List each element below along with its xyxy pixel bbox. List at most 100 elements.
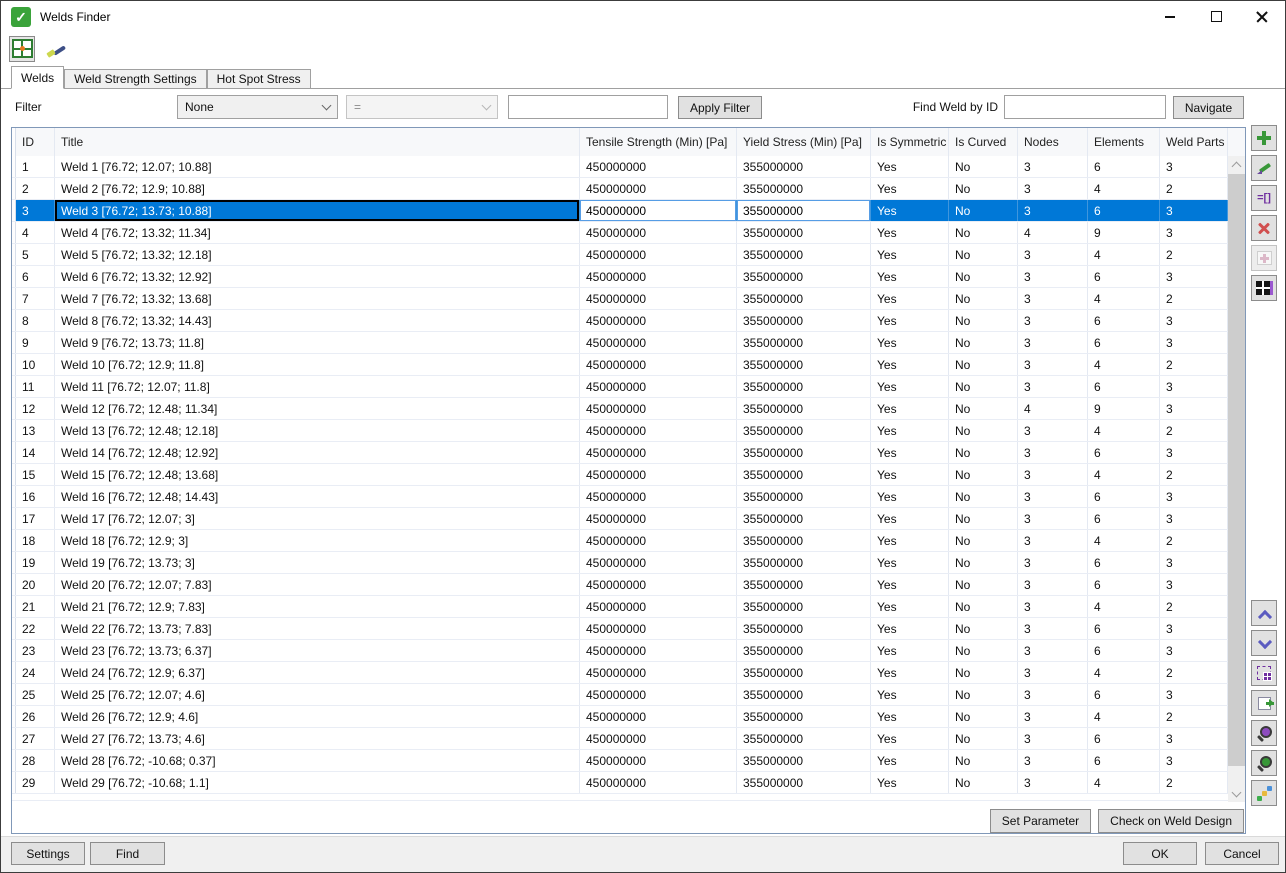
table-cell[interactable]: Yes — [871, 618, 949, 639]
table-row[interactable]: 7Weld 7 [76.72; 13.32; 13.68]45000000035… — [12, 288, 1228, 310]
table-cell[interactable]: 3 — [1160, 332, 1228, 353]
table-cell[interactable]: 9 — [1088, 398, 1160, 419]
table-cell[interactable]: 450000000 — [580, 266, 737, 287]
table-cell[interactable]: 3 — [1018, 288, 1088, 309]
table-cell[interactable]: 3 — [1018, 442, 1088, 463]
table-row[interactable]: 29Weld 29 [76.72; -10.68; 1.1]4500000003… — [12, 772, 1228, 794]
table-cell[interactable]: 27 — [16, 728, 55, 749]
table-cell[interactable]: 3 — [1160, 618, 1228, 639]
table-cell[interactable]: Yes — [871, 750, 949, 771]
table-row[interactable]: 10Weld 10 [76.72; 12.9; 11.8]45000000035… — [12, 354, 1228, 376]
table-cell[interactable]: Yes — [871, 684, 949, 705]
table-cell[interactable]: 450000000 — [580, 508, 737, 529]
table-cell[interactable]: 4 — [1088, 464, 1160, 485]
table-cell[interactable]: 355000000 — [737, 244, 871, 265]
table-row[interactable]: 28Weld 28 [76.72; -10.68; 0.37]450000000… — [12, 750, 1228, 772]
edit-weld-button[interactable] — [1251, 155, 1277, 181]
table-cell[interactable]: Yes — [871, 464, 949, 485]
table-cell[interactable]: No — [949, 156, 1018, 177]
table-cell[interactable]: 2 — [1160, 772, 1228, 793]
table-cell[interactable]: 355000000 — [737, 596, 871, 617]
table-cell[interactable]: 3 — [1160, 376, 1228, 397]
table-cell[interactable]: 3 — [1018, 706, 1088, 727]
table-cell[interactable]: No — [949, 464, 1018, 485]
select-mesh-button[interactable] — [1251, 275, 1277, 301]
table-cell[interactable]: 3 — [1160, 508, 1228, 529]
table-cell[interactable]: 3 — [1018, 376, 1088, 397]
ok-button[interactable]: OK — [1123, 842, 1197, 865]
table-cell[interactable]: 3 — [1160, 684, 1228, 705]
table-cell[interactable]: 6 — [1088, 574, 1160, 595]
table-cell[interactable]: 4 — [1088, 354, 1160, 375]
column-header-elements[interactable]: Elements — [1088, 128, 1160, 156]
table-cell[interactable]: 6 — [1088, 200, 1160, 221]
close-button[interactable] — [1239, 1, 1285, 32]
table-cell[interactable]: 3 — [16, 200, 55, 221]
table-cell[interactable]: 355000000 — [737, 706, 871, 727]
table-cell[interactable]: 355000000 — [737, 618, 871, 639]
table-cell[interactable]: Weld 10 [76.72; 12.9; 11.8] — [55, 354, 580, 375]
table-cell[interactable]: 355000000 — [737, 640, 871, 661]
table-cell[interactable]: No — [949, 244, 1018, 265]
table-cell[interactable]: 450000000 — [580, 662, 737, 683]
check-on-weld-design-button[interactable]: Check on Weld Design — [1098, 809, 1244, 833]
table-cell[interactable]: Weld 15 [76.72; 12.48; 13.68] — [55, 464, 580, 485]
table-cell[interactable]: 355000000 — [737, 662, 871, 683]
table-cell[interactable]: 450000000 — [580, 442, 737, 463]
table-cell[interactable]: Weld 29 [76.72; -10.68; 1.1] — [55, 772, 580, 793]
zoom-fit-button[interactable] — [1251, 750, 1277, 776]
table-cell[interactable]: No — [949, 442, 1018, 463]
table-cell[interactable]: 3 — [1160, 750, 1228, 771]
filter-value-input[interactable] — [508, 95, 668, 119]
table-cell[interactable]: 355000000 — [737, 354, 871, 375]
table-cell[interactable]: 4 — [1088, 178, 1160, 199]
table-cell[interactable]: Weld 22 [76.72; 13.73; 7.83] — [55, 618, 580, 639]
table-row[interactable]: 24Weld 24 [76.72; 12.9; 6.37]45000000035… — [12, 662, 1228, 684]
table-cell[interactable]: Yes — [871, 662, 949, 683]
table-cell[interactable]: Weld 11 [76.72; 12.07; 11.8] — [55, 376, 580, 397]
table-row[interactable]: 23Weld 23 [76.72; 13.73; 6.37]4500000003… — [12, 640, 1228, 662]
table-cell[interactable]: 2 — [1160, 596, 1228, 617]
table-row[interactable]: 16Weld 16 [76.72; 12.48; 14.43]450000000… — [12, 486, 1228, 508]
table-cell[interactable]: 3 — [1160, 310, 1228, 331]
table-cell[interactable]: Yes — [871, 530, 949, 551]
table-cell[interactable]: Weld 21 [76.72; 12.9; 7.83] — [55, 596, 580, 617]
table-cell[interactable]: 3 — [1160, 640, 1228, 661]
column-header-weld-parts[interactable]: Weld Parts — [1160, 128, 1228, 156]
table-cell[interactable]: 9 — [16, 332, 55, 353]
grid-view-toggle-button[interactable] — [9, 36, 35, 62]
column-header-is-curved[interactable]: Is Curved — [949, 128, 1018, 156]
table-cell[interactable]: 3 — [1018, 244, 1088, 265]
table-cell[interactable]: 4 — [1088, 420, 1160, 441]
tab-welds[interactable]: Welds — [11, 66, 64, 89]
table-cell[interactable]: No — [949, 706, 1018, 727]
table-cell[interactable]: 2 — [1160, 464, 1228, 485]
table-cell[interactable]: 16 — [16, 486, 55, 507]
table-cell[interactable]: 6 — [1088, 508, 1160, 529]
table-cell[interactable]: 3 — [1160, 728, 1228, 749]
table-cell[interactable]: No — [949, 398, 1018, 419]
table-cell[interactable]: 3 — [1018, 464, 1088, 485]
table-cell[interactable]: 450000000 — [580, 244, 737, 265]
table-cell[interactable]: No — [949, 508, 1018, 529]
table-cell[interactable]: 2 — [1160, 420, 1228, 441]
table-cell[interactable]: 6 — [1088, 376, 1160, 397]
table-cell[interactable]: 1 — [16, 156, 55, 177]
table-cell[interactable]: 6 — [1088, 332, 1160, 353]
table-cell[interactable]: 3 — [1160, 156, 1228, 177]
table-cell[interactable]: 355000000 — [737, 332, 871, 353]
table-cell[interactable]: 3 — [1018, 178, 1088, 199]
table-row[interactable]: 20Weld 20 [76.72; 12.07; 7.83]4500000003… — [12, 574, 1228, 596]
table-cell[interactable]: 355000000 — [737, 552, 871, 573]
table-row[interactable]: 2Weld 2 [76.72; 12.9; 10.88]450000000355… — [12, 178, 1228, 200]
table-cell[interactable]: 6 — [1088, 266, 1160, 287]
table-cell[interactable]: Weld 19 [76.72; 13.73; 3] — [55, 552, 580, 573]
scrollbar-thumb[interactable] — [1228, 174, 1245, 766]
table-cell[interactable]: 355000000 — [737, 398, 871, 419]
table-cell[interactable]: 450000000 — [580, 156, 737, 177]
table-cell[interactable]: No — [949, 200, 1018, 221]
tab-hot-spot-stress[interactable]: Hot Spot Stress — [207, 69, 311, 88]
table-cell[interactable]: 3 — [1160, 486, 1228, 507]
table-cell[interactable]: 12 — [16, 398, 55, 419]
table-cell[interactable]: No — [949, 310, 1018, 331]
